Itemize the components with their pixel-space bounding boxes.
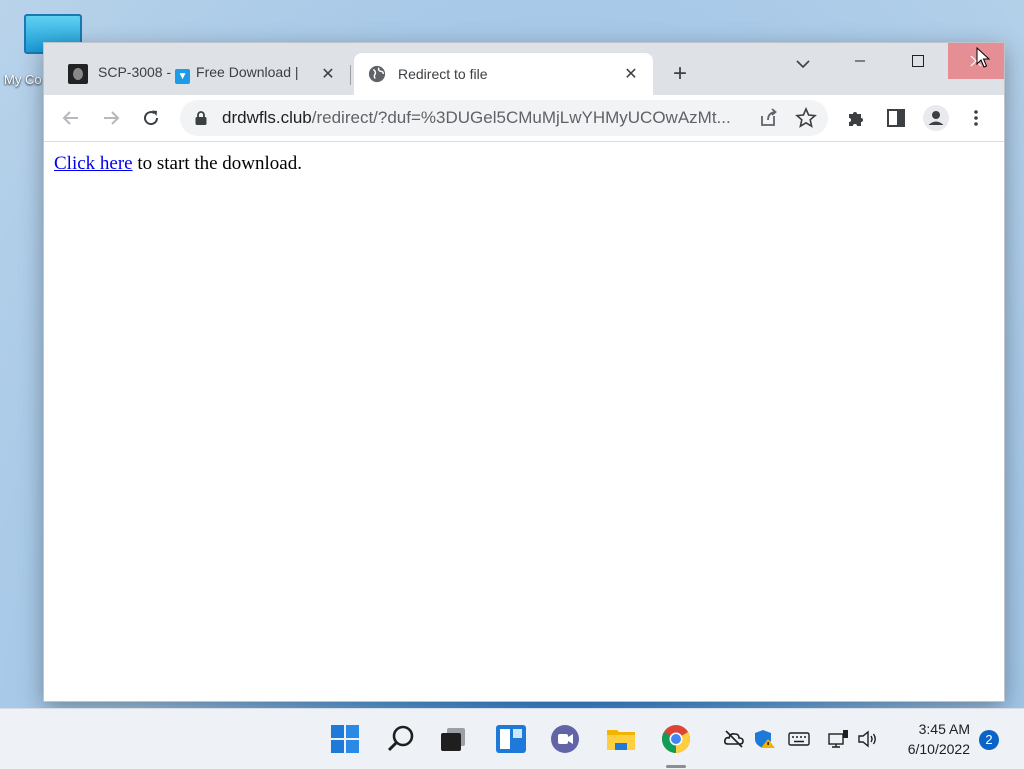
tab-separator (350, 65, 351, 85)
side-panel-button[interactable] (882, 104, 910, 132)
share-icon[interactable] (756, 106, 780, 130)
volume-icon[interactable] (857, 729, 879, 749)
new-tab-button[interactable]: + (668, 62, 692, 87)
browser-toolbar: drdwfls.club/redirect/?duf=%3DUGel5CMuMj… (44, 95, 1004, 142)
teams-chat-icon[interactable] (549, 723, 581, 755)
forward-arrow-icon (104, 111, 120, 125)
reload-icon (144, 110, 159, 126)
bookmark-star-icon[interactable] (794, 106, 818, 130)
download-message-text: to start the download. (132, 153, 302, 174)
menu-button[interactable] (962, 104, 990, 132)
profile-button[interactable] (922, 104, 950, 132)
globe-icon (368, 65, 386, 83)
maximize-icon (912, 55, 924, 67)
search-icon[interactable] (385, 723, 417, 755)
side-panel-icon (887, 109, 905, 127)
kebab-menu-icon (974, 110, 978, 126)
back-arrow-icon (62, 111, 78, 125)
minimize-icon (855, 60, 865, 62)
tab-redirect-to-file[interactable]: Redirect to file ✕ (354, 53, 653, 95)
tab-close-icon[interactable]: ✕ (621, 64, 641, 84)
avatar-icon (923, 105, 949, 131)
tab-title: SCP-3008 - ▼ Free Download | (98, 64, 299, 84)
tab-scp-3008[interactable]: SCP-3008 - ▼ Free Download | ✕ (54, 53, 350, 95)
task-view-icon[interactable] (438, 723, 470, 755)
back-button[interactable] (57, 104, 85, 132)
puzzle-icon (849, 112, 863, 126)
system-clock[interactable]: 3:45 AM 6/10/2022 (890, 719, 970, 759)
clock-time: 3:45 AM (918, 721, 970, 737)
onedrive-offline-icon[interactable] (723, 729, 745, 749)
download-message: Click here to start the download. (54, 153, 302, 175)
notification-badge[interactable]: 2 (979, 730, 999, 750)
widgets-icon[interactable] (495, 723, 527, 755)
scp-favicon-icon (68, 64, 88, 84)
file-explorer-icon[interactable] (605, 723, 637, 755)
minimize-button[interactable] (832, 43, 888, 79)
forward-button[interactable] (97, 104, 125, 132)
tab-title: Redirect to file (398, 66, 488, 82)
url-text[interactable]: drdwfls.club/redirect/?duf=%3DUGel5CMuMj… (222, 108, 742, 128)
maximize-button[interactable] (890, 43, 946, 79)
browser-window: SCP-3008 - ▼ Free Download | ✕ Redirect t… (44, 43, 1004, 701)
chrome-icon[interactable] (660, 723, 692, 755)
security-shield-warning-icon[interactable] (754, 729, 776, 749)
tab-close-icon[interactable]: ✕ (318, 64, 338, 84)
network-icon[interactable] (828, 729, 850, 749)
reload-button[interactable] (137, 104, 165, 132)
page-content: Click here to start the download. (44, 142, 1004, 701)
start-windows-icon[interactable] (329, 723, 361, 755)
taskbar: 3:45 AM 6/10/2022 2 (0, 708, 1024, 769)
extensions-button[interactable] (842, 104, 870, 132)
clock-date: 6/10/2022 (907, 741, 970, 757)
lock-icon[interactable] (194, 110, 208, 126)
desktop-icon-label: My Co (4, 72, 42, 87)
tab-strip: SCP-3008 - ▼ Free Download | ✕ Redirect t… (44, 43, 1004, 95)
address-bar[interactable]: drdwfls.club/redirect/?duf=%3DUGel5CMuMj… (180, 100, 828, 136)
download-badge-icon: ▼ (175, 69, 191, 84)
click-here-link[interactable]: Click here (54, 153, 133, 174)
tab-search-chevron-icon[interactable] (792, 53, 814, 75)
mouse-cursor-icon (976, 47, 990, 68)
keyboard-icon[interactable] (788, 729, 810, 749)
